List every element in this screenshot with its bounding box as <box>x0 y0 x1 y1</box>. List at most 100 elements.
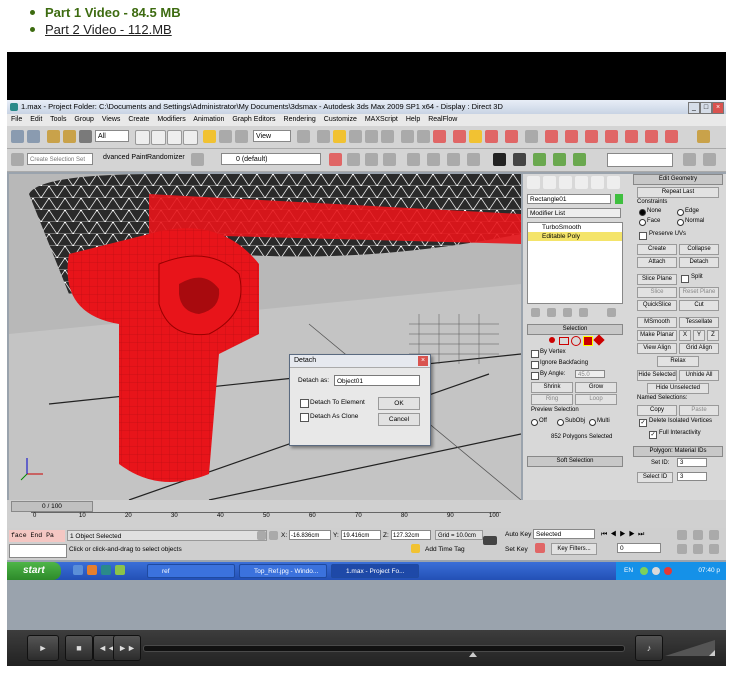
menu-animation[interactable]: Animation <box>193 116 224 123</box>
tray-icon[interactable] <box>640 567 648 575</box>
play-button[interactable]: ► <box>27 635 59 661</box>
select-id-spinner[interactable]: 3 <box>677 472 707 481</box>
menu-maxscript[interactable]: MAXScript <box>365 116 398 123</box>
rotate-icon[interactable] <box>219 130 232 143</box>
utilities-tab-icon[interactable] <box>607 176 620 189</box>
create-tab-icon[interactable] <box>527 176 540 189</box>
plugin2-icon[interactable] <box>553 153 566 166</box>
material-ids-rollout-header[interactable]: Polygon: Material IDs <box>633 446 723 457</box>
material2-icon[interactable] <box>447 153 460 166</box>
repeat-last-button[interactable]: Repeat Last <box>637 187 719 198</box>
full-interactivity-checkbox[interactable]: ✓ <box>649 431 657 439</box>
render-icon[interactable] <box>605 130 618 143</box>
align-icon[interactable] <box>433 130 446 143</box>
make-planar-button[interactable]: Make Planar <box>637 330 677 341</box>
tray-icon[interactable] <box>664 567 672 575</box>
set-current-layer-icon[interactable] <box>383 153 396 166</box>
planar-z-button[interactable]: Z <box>707 330 719 341</box>
menu-graph-editors[interactable]: Graph Editors <box>232 116 275 123</box>
quick-render-icon[interactable] <box>565 130 578 143</box>
zoom-icon[interactable] <box>677 530 687 540</box>
scale-icon[interactable] <box>235 130 248 143</box>
browser-icon[interactable] <box>87 565 97 575</box>
redo-icon[interactable] <box>27 130 40 143</box>
playback-controls[interactable]: ⏮◀▶▶⏭ <box>601 530 673 540</box>
paste-button[interactable]: Paste <box>679 405 719 416</box>
msmooth-button[interactable]: MSmooth <box>637 317 677 328</box>
move-icon[interactable] <box>203 130 216 143</box>
render-frame-icon[interactable] <box>545 130 558 143</box>
modifier-list-dropdown[interactable]: Modifier List <box>527 208 621 218</box>
environment-icon[interactable] <box>625 130 638 143</box>
edge-icon[interactable] <box>559 337 569 345</box>
set-id-spinner[interactable]: 3 <box>677 458 707 467</box>
planar-y-button[interactable]: Y <box>693 330 705 341</box>
plugin1-icon[interactable] <box>533 153 546 166</box>
schematic2-icon[interactable] <box>427 153 440 166</box>
quickslice-button[interactable]: QuickSlice <box>637 300 677 311</box>
current-frame-field[interactable]: 0 <box>617 543 661 553</box>
menu-modifiers[interactable]: Modifiers <box>157 116 185 123</box>
safe-frame-icon[interactable] <box>513 153 526 166</box>
select-id-button[interactable]: Select ID <box>637 472 673 483</box>
stack-item-editable-poly[interactable]: Editable Poly <box>528 232 622 241</box>
part1-video-link[interactable]: Part 1 Video - 84.5 MB <box>45 5 181 20</box>
by-vertex-checkbox[interactable] <box>531 350 539 358</box>
volume-icon[interactable]: ♪ <box>635 635 663 661</box>
menu-views[interactable]: Views <box>102 116 121 123</box>
teapot-icon[interactable] <box>697 130 710 143</box>
task-3dsmax[interactable]: 1.max - Project Fo... <box>331 564 419 578</box>
plugin3-icon[interactable] <box>573 153 586 166</box>
display-tab-icon[interactable] <box>591 176 604 189</box>
viewport-bg-icon[interactable] <box>493 153 506 166</box>
delete-isolated-checkbox[interactable]: ✓ <box>639 419 647 427</box>
keyboard-shortcut-icon[interactable] <box>11 153 24 166</box>
maxscript-input[interactable] <box>9 544 67 558</box>
minimize-button[interactable]: _ <box>688 102 700 114</box>
layer-dropdown[interactable]: 0 (default) <box>221 153 321 165</box>
lock-icon[interactable] <box>257 531 266 540</box>
to-element-checkbox[interactable] <box>300 399 309 408</box>
grow-button[interactable]: Grow <box>575 382 617 393</box>
pivot-icon[interactable] <box>297 130 310 143</box>
element-icon[interactable] <box>593 334 605 346</box>
slice-plane-button[interactable]: Slice Plane <box>637 274 677 285</box>
named-selection-icon[interactable] <box>401 130 414 143</box>
z-coord-field[interactable]: 127.32cm <box>391 530 431 540</box>
by-angle-checkbox[interactable] <box>531 372 539 380</box>
snap-icon[interactable] <box>333 130 346 143</box>
zoom-extents-icon[interactable] <box>709 530 719 540</box>
tab-randomizer[interactable]: Randomizer <box>147 154 185 161</box>
start-button[interactable]: start <box>7 562 61 580</box>
view-align-button[interactable]: View Align <box>637 343 677 354</box>
shrink-button[interactable]: Shrink <box>531 382 573 393</box>
percent-snap-icon[interactable] <box>365 130 378 143</box>
angle-spinner[interactable]: 45.0 <box>575 370 605 378</box>
modify-tab-icon[interactable] <box>543 176 556 189</box>
volume-slider[interactable] <box>665 638 715 658</box>
object-name-field[interactable]: Rectangle01 <box>527 194 611 204</box>
menu-tools[interactable]: Tools <box>50 116 66 123</box>
language-indicator[interactable]: EN <box>624 562 633 580</box>
unhide-all-button[interactable]: Unhide All <box>679 370 719 381</box>
pin-stack-icon[interactable] <box>531 308 540 317</box>
maximize-button[interactable]: □ <box>700 102 712 114</box>
preview-multi-radio[interactable] <box>589 419 596 426</box>
menu-rendering[interactable]: Rendering <box>284 116 316 123</box>
menu-create[interactable]: Create <box>128 116 149 123</box>
new-layer-icon[interactable] <box>329 153 342 166</box>
layer-manager-icon[interactable] <box>453 130 466 143</box>
seek-bar[interactable] <box>143 645 625 652</box>
hide-selected-button[interactable]: Hide Selected <box>637 370 677 381</box>
preview-subobj-radio[interactable] <box>557 419 564 426</box>
set-key-icon[interactable] <box>535 543 545 553</box>
preview-off-radio[interactable] <box>531 419 538 426</box>
tessellate-button[interactable]: Tessellate <box>679 317 719 328</box>
selection-rollout-header[interactable]: Selection <box>527 324 623 335</box>
select-by-name-icon[interactable] <box>151 130 166 145</box>
key-filters-button[interactable]: Key Filters... <box>551 543 597 555</box>
menu-help[interactable]: Help <box>406 116 420 123</box>
active-shade-icon[interactable] <box>585 130 598 143</box>
task-top-ref[interactable]: Top_Ref.jpg - Windo... <box>239 564 327 578</box>
ok-button[interactable]: OK <box>378 397 420 410</box>
